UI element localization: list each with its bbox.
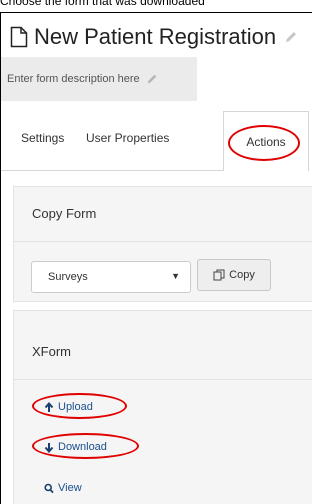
copy-button[interactable]: Copy	[197, 259, 271, 291]
highlight-oval	[32, 393, 127, 419]
xform-heading: XForm	[32, 344, 71, 359]
section-divider	[14, 379, 312, 380]
pencil-icon[interactable]	[146, 73, 158, 85]
form-editor-panel: New Patient Registration Enter form desc…	[0, 12, 312, 504]
pencil-icon[interactable]	[284, 30, 298, 44]
view-link[interactable]: View	[44, 482, 82, 494]
tab-bar: Settings User Properties Actions	[1, 111, 312, 171]
caret-down-icon: ▼	[171, 271, 180, 281]
section-divider	[14, 241, 312, 242]
highlight-oval	[228, 125, 300, 161]
tab-settings[interactable]: Settings	[21, 131, 64, 145]
tab-actions[interactable]: Actions	[223, 111, 309, 171]
tab-divider	[1, 170, 223, 171]
copy-form-heading: Copy Form	[32, 206, 97, 221]
highlight-oval	[32, 433, 139, 459]
xform-section: XForm Upload Download View	[13, 310, 312, 504]
copy-button-label: Copy	[229, 269, 255, 281]
copy-icon	[213, 269, 225, 281]
file-icon	[10, 26, 28, 48]
view-label: View	[58, 482, 82, 494]
page-title: New Patient Registration	[34, 24, 277, 49]
search-icon	[44, 483, 54, 493]
form-title-row: New Patient Registration	[10, 23, 298, 51]
description-placeholder: Enter form description here	[7, 73, 140, 85]
caption-text: Choose the form that was downloaded	[0, 0, 205, 8]
tab-user-properties[interactable]: User Properties	[86, 131, 169, 145]
form-description-field[interactable]: Enter form description here	[1, 57, 197, 101]
project-select[interactable]: Surveys ▼	[31, 261, 191, 293]
select-value: Surveys	[48, 271, 88, 283]
copy-form-section: Copy Form Surveys ▼ Copy	[13, 186, 312, 302]
